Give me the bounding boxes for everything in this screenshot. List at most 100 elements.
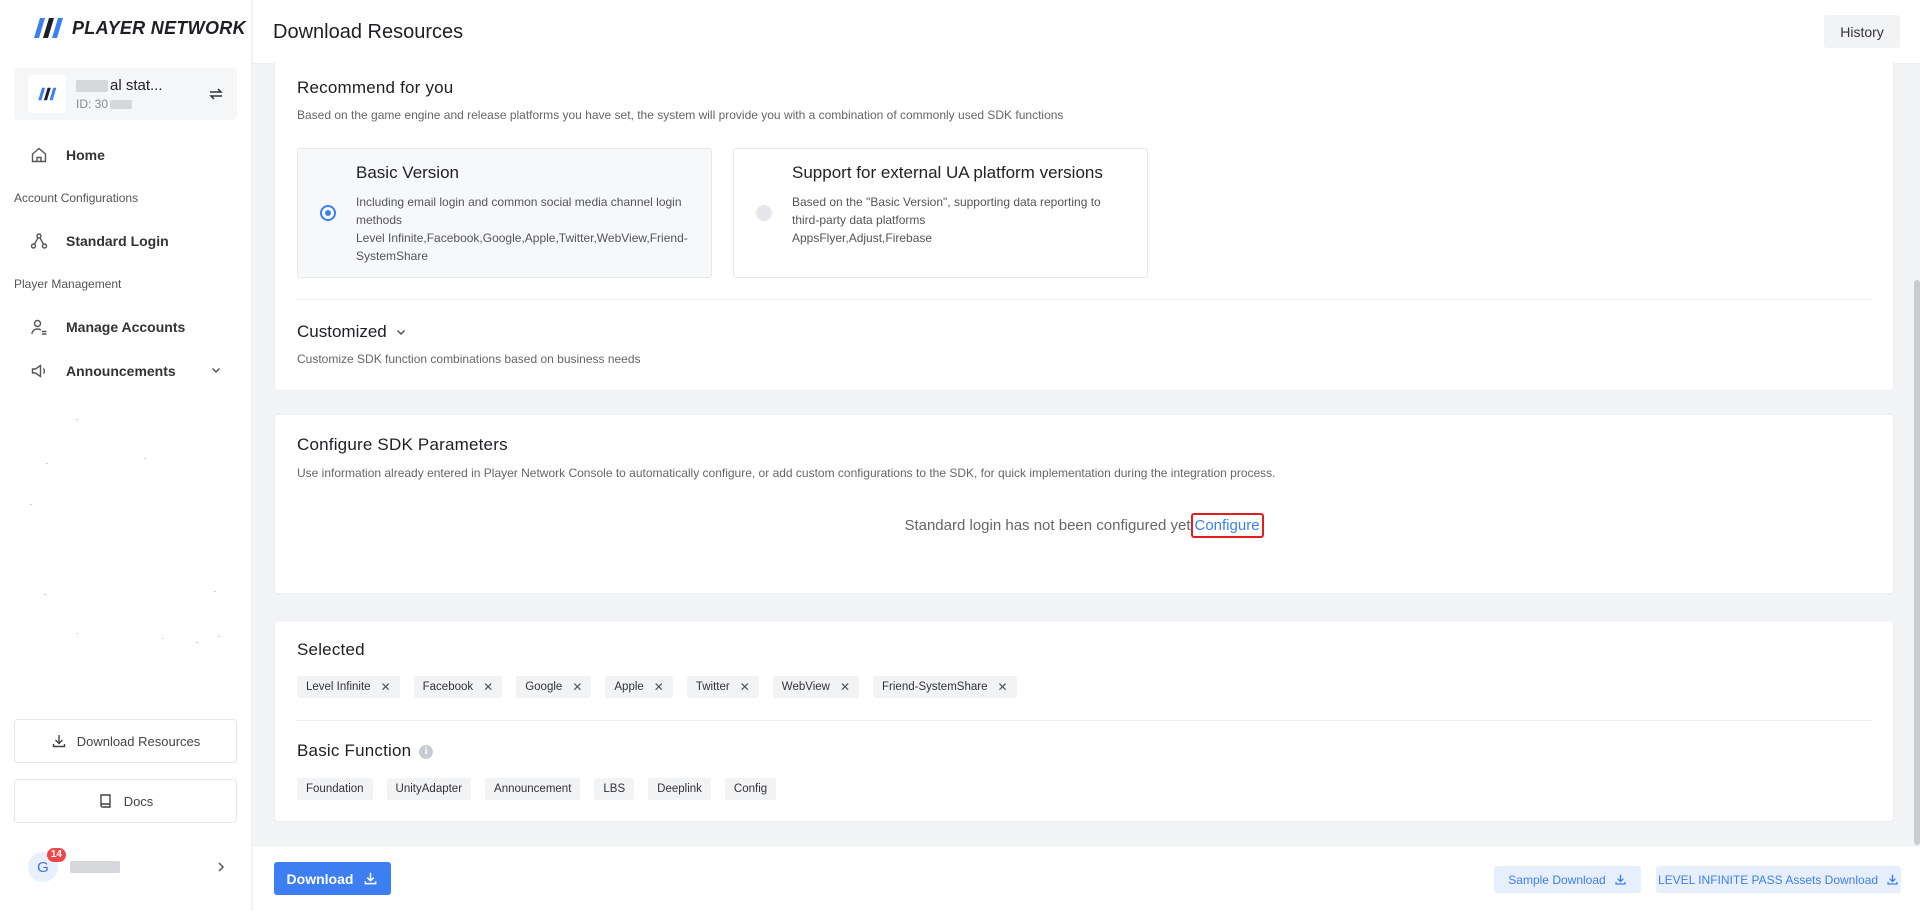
project-switcher[interactable]: al stat... ID: 30	[14, 68, 237, 120]
user-menu[interactable]: G 14	[28, 848, 228, 882]
docs-button[interactable]: Docs	[14, 779, 237, 823]
basic-tag: Foundation	[297, 778, 373, 800]
chevron-down-icon[interactable]	[210, 364, 222, 376]
player-network-logo-icon	[34, 18, 63, 38]
faded-dot	[76, 633, 78, 634]
selected-tag: Facebook ✕	[413, 676, 503, 698]
configure-notice: Standard login has not been configured y…	[275, 513, 1893, 538]
redacted-text	[76, 79, 108, 92]
sidebar-item-announcements[interactable]: Announcements	[30, 362, 176, 380]
close-icon[interactable]: ✕	[997, 680, 1007, 694]
close-icon[interactable]: ✕	[572, 680, 582, 694]
sample-download-button[interactable]: Sample Download	[1494, 866, 1641, 893]
faded-dot	[214, 591, 216, 592]
faded-dot	[30, 504, 32, 505]
close-icon[interactable]: ✕	[483, 680, 493, 694]
chevron-down-icon	[396, 329, 405, 336]
project-logo-icon	[38, 87, 57, 101]
redacted-username	[70, 861, 120, 873]
selected-title: Selected	[297, 640, 365, 659]
book-icon	[99, 794, 111, 808]
selected-tag: Apple ✕	[605, 676, 673, 698]
faded-dot	[46, 463, 48, 464]
page-title: Download Resources	[273, 21, 464, 43]
footer-bar: Download Sample Download LEVEL INFINITE …	[253, 845, 1920, 911]
option-desc: Including email login and common social …	[356, 195, 688, 263]
selected-tag: Friend-SystemShare ✕	[873, 676, 1017, 698]
selected-tag: Twitter ✕	[686, 676, 759, 698]
download-icon	[365, 872, 377, 885]
scrollbar[interactable]	[1914, 280, 1920, 845]
megaphone-icon	[31, 364, 45, 378]
selected-tag: WebView ✕	[772, 676, 860, 698]
basic-function-title: Basic Function i	[297, 741, 434, 761]
user-settings-icon	[31, 319, 47, 335]
basic-tag: Deeplink	[648, 778, 711, 800]
close-icon[interactable]: ✕	[654, 680, 664, 694]
download-icon	[1887, 874, 1898, 885]
option-external-ua[interactable]: Support for external UA platform version…	[733, 148, 1148, 278]
basic-tag: LBS	[594, 778, 635, 800]
option-desc: Based on the "Basic Version", supporting…	[792, 195, 1101, 245]
faded-dot	[162, 638, 164, 639]
download-resources-button[interactable]: Download Resources	[14, 719, 237, 763]
nav-section-account: Account Configurations	[14, 191, 139, 205]
faded-dot	[144, 458, 146, 459]
home-icon	[31, 147, 47, 163]
divider	[297, 299, 1873, 300]
download-button[interactable]: Download	[274, 862, 391, 895]
basic-tag: Announcement	[485, 778, 581, 800]
recommend-title: Recommend for you	[297, 78, 454, 97]
customized-desc: Customize SDK function combinations base…	[297, 352, 641, 366]
selected-card: Selected Level Infinite ✕ Facebook ✕ Googl…	[274, 620, 1894, 822]
project-avatar	[28, 75, 66, 113]
faded-dot	[218, 636, 220, 637]
close-icon[interactable]: ✕	[381, 680, 391, 694]
sidebar-item-manage-accounts[interactable]: Manage Accounts	[30, 318, 185, 336]
selected-tags: Level Infinite ✕ Facebook ✕ Google ✕ Apple ✕…	[297, 676, 1017, 698]
configure-link[interactable]: Configure	[1190, 513, 1264, 538]
close-icon[interactable]: ✕	[740, 680, 750, 694]
close-icon[interactable]: ✕	[840, 680, 850, 694]
divider	[297, 720, 1873, 721]
faded-dot	[76, 419, 78, 420]
download-icon	[52, 735, 65, 748]
faded-dot	[44, 594, 46, 595]
basic-tag: Config	[724, 778, 777, 800]
customized-toggle[interactable]: Customized	[297, 322, 407, 342]
recommend-card: Recommend for you Based on the game engi…	[274, 60, 1894, 391]
project-id: ID: 30	[76, 97, 207, 111]
basic-function-tags: Foundation UnityAdapter Announcement LBS…	[297, 778, 777, 800]
selected-tag: Level Infinite ✕	[297, 676, 400, 698]
sdk-params-card: Configure SDK Parameters Use information…	[274, 414, 1894, 594]
option-title: Support for external UA platform version…	[792, 163, 1103, 182]
sdk-params-title: Configure SDK Parameters	[297, 435, 508, 454]
selected-tag: Google ✕	[516, 676, 592, 698]
nav-section-player: Player Management	[14, 277, 122, 291]
radio-selected[interactable]	[320, 205, 336, 221]
sidebar: PLAYER NETWORK al stat... ID: 30 Home Ac…	[0, 0, 252, 911]
project-name: al stat...	[76, 77, 207, 94]
sidebar-item-home[interactable]: Home	[30, 146, 105, 164]
sdk-params-desc: Use information already entered in Playe…	[297, 466, 1276, 480]
info-icon[interactable]: i	[419, 744, 434, 759]
basic-tag: UnityAdapter	[386, 778, 472, 800]
page-header: Download Resources History	[253, 0, 1920, 64]
redacted-text	[110, 99, 133, 109]
faded-dot	[196, 642, 198, 643]
logo[interactable]: PLAYER NETWORK	[32, 16, 246, 40]
swap-icon[interactable]	[207, 85, 225, 103]
notification-badge: 14	[46, 848, 66, 862]
recommend-desc: Based on the game engine and release pla…	[297, 108, 1064, 122]
option-basic-version[interactable]: Basic Version Including email login and …	[297, 148, 712, 278]
network-icon	[30, 233, 48, 249]
sidebar-item-standard-login[interactable]: Standard Login	[30, 232, 169, 250]
brand-name: PLAYER NETWORK	[72, 17, 246, 38]
pass-assets-download-button[interactable]: LEVEL INFINITE PASS Assets Download	[1656, 866, 1901, 893]
history-button[interactable]: History	[1824, 15, 1900, 48]
download-icon	[1615, 874, 1626, 885]
radio-unselected[interactable]	[756, 205, 772, 221]
chevron-right-icon[interactable]	[214, 860, 228, 874]
option-title: Basic Version	[356, 163, 459, 182]
avatar[interactable]: G 14	[28, 848, 66, 882]
